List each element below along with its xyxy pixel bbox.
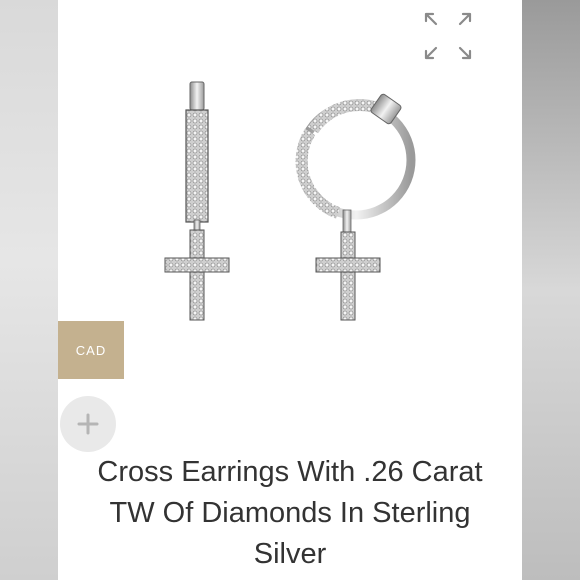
currency-button[interactable]: CAD — [58, 321, 124, 379]
product-card: CAD Cross Earrings With .26 Carat TW Of … — [58, 0, 522, 580]
left-backdrop — [0, 0, 58, 580]
plus-icon — [77, 413, 99, 435]
cross-earrings-image — [164, 81, 416, 321]
right-backdrop — [522, 0, 580, 580]
product-title: Cross Earrings With .26 Carat TW Of Diam… — [97, 456, 483, 570]
add-button[interactable] — [60, 396, 116, 452]
currency-label: CAD — [75, 342, 107, 358]
expand-arrows-icon — [424, 12, 472, 60]
left-earring — [164, 81, 230, 321]
right-earring — [295, 93, 416, 321]
expand-button[interactable] — [422, 10, 474, 62]
